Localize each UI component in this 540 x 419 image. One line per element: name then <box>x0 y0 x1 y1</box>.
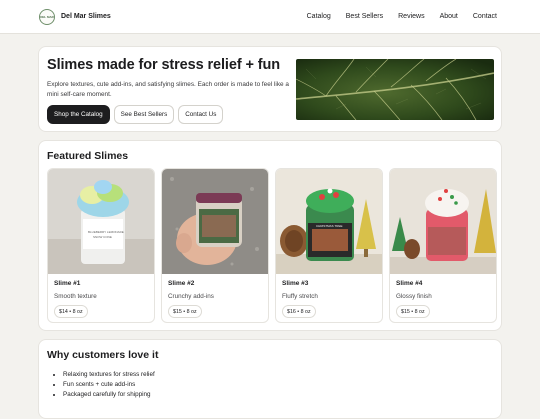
product-image: CHRISTMAS TREE <box>276 169 382 274</box>
hero-title: Slimes made for stress relief + fun <box>47 57 281 73</box>
hero-buttons: Shop the Catalog See Best Sellers Contac… <box>47 105 224 124</box>
nav-link-contact[interactable]: Contact <box>473 13 497 20</box>
why-customers-section: Why customers love it Relaxing textures … <box>38 339 502 419</box>
nav-link-reviews[interactable]: Reviews <box>398 13 424 20</box>
product-name: Slime #2 <box>168 280 195 287</box>
nav-link-about[interactable]: About <box>440 13 458 20</box>
product-name: Slime #1 <box>54 280 81 287</box>
product-card[interactable]: BLUEBERRY LEMONADE SNOW CONE Slime #1 Sm… <box>47 168 155 323</box>
product-image <box>390 169 496 274</box>
product-description: Glossy finish <box>396 293 432 300</box>
svg-text:BLUEBERRY LEMONADE: BLUEBERRY LEMONADE <box>88 230 124 234</box>
product-description: Smooth texture <box>54 293 97 300</box>
logo-text: DEL MAR <box>40 14 54 19</box>
price-badge: $14 • 8 oz <box>54 305 88 318</box>
product-name: Slime #4 <box>396 280 423 287</box>
product-image: BLUEBERRY LEMONADE SNOW CONE <box>48 169 154 274</box>
hero-section: Slimes made for stress relief + fun Expl… <box>38 46 502 132</box>
svg-text:CHRISTMAS TREE: CHRISTMAS TREE <box>316 224 342 228</box>
product-image <box>162 169 268 274</box>
contact-us-button[interactable]: Contact Us <box>178 105 224 124</box>
product-card[interactable]: Slime #4 Glossy finish $15 • 8 oz <box>389 168 497 323</box>
top-navigation-bar: DEL MAR Del Mar Slimes Catalog Best Sell… <box>0 0 540 34</box>
product-card[interactable]: Slime #2 Crunchy add-ins $15 • 8 oz <box>161 168 269 323</box>
why-heading: Why customers love it <box>47 349 159 361</box>
benefits-list: Relaxing textures for stress relief Fun … <box>63 370 155 400</box>
nav-link-best-sellers[interactable]: Best Sellers <box>346 13 383 20</box>
price-badge: $15 • 8 oz <box>396 305 430 318</box>
price-badge: $15 • 8 oz <box>168 305 202 318</box>
featured-heading: Featured Slimes <box>47 150 129 162</box>
product-grid: BLUEBERRY LEMONADE SNOW CONE Slime #1 Sm… <box>47 168 497 323</box>
shop-catalog-button[interactable]: Shop the Catalog <box>47 105 110 124</box>
list-item: Relaxing textures for stress relief <box>63 370 155 380</box>
nav-link-catalog[interactable]: Catalog <box>307 13 331 20</box>
list-item: Fun scents + cute add-ins <box>63 380 155 390</box>
list-item: Packaged carefully for shipping <box>63 390 155 400</box>
product-description: Crunchy add-ins <box>168 293 214 300</box>
featured-slimes-section: Featured Slimes BLUEBERRY LEMONADE SNOW … <box>38 140 502 331</box>
brand-name[interactable]: Del Mar Slimes <box>61 13 111 20</box>
hero-leaf-image <box>296 59 494 120</box>
brand-logo-icon[interactable]: DEL MAR <box>39 8 55 25</box>
svg-text:SNOW CONE: SNOW CONE <box>93 235 112 239</box>
product-name: Slime #3 <box>282 280 309 287</box>
main-nav: Catalog Best Sellers Reviews About Conta… <box>307 13 497 20</box>
hero-subtitle: Explore textures, cute add-ins, and sati… <box>47 81 289 98</box>
see-best-sellers-button[interactable]: See Best Sellers <box>113 105 175 124</box>
price-badge: $16 • 8 oz <box>282 305 316 318</box>
product-card[interactable]: CHRISTMAS TREE Slime #3 Fluffy stretch $… <box>275 168 383 323</box>
product-description: Fluffy stretch <box>282 293 318 300</box>
